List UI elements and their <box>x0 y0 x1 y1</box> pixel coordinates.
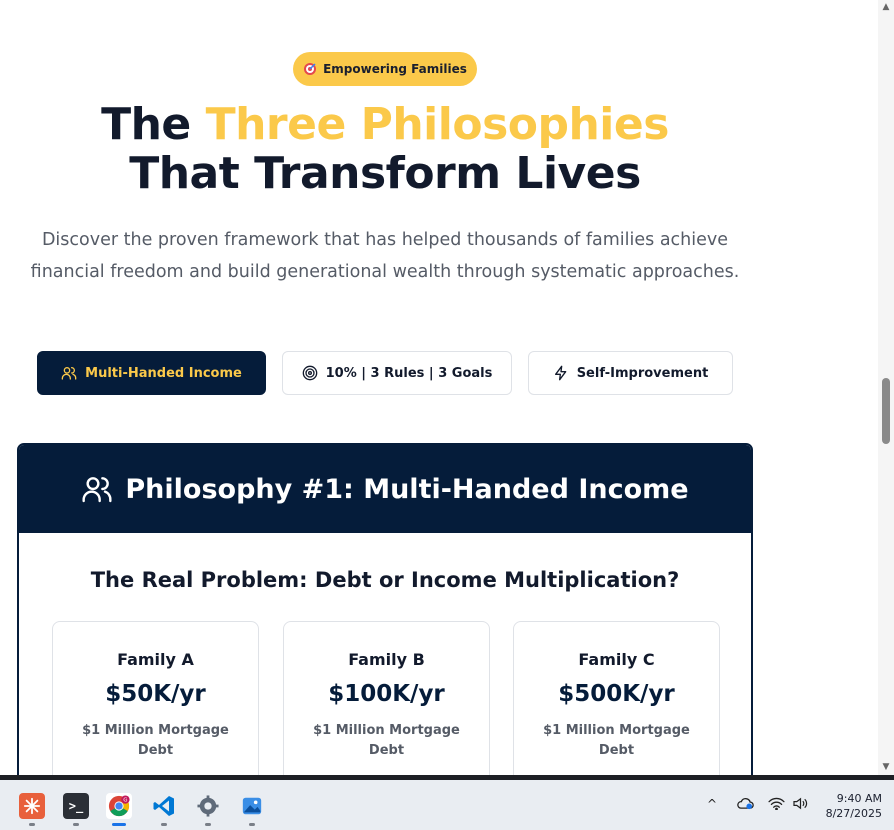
card-header: Philosophy #1: Multi-Handed Income <box>19 445 751 533</box>
page-title: The Three Philosophies That Transform Li… <box>0 100 770 198</box>
title-accent: Three Philosophies <box>205 99 670 150</box>
tab-label: 10% | 3 Rules | 3 Goals <box>325 365 493 381</box>
family-name: Family C <box>578 650 655 669</box>
family-name: Family A <box>117 650 194 669</box>
card-subtitle: The Real Problem: Debt or Income Multipl… <box>90 568 680 592</box>
settings-icon[interactable] <box>195 793 221 826</box>
target-icon <box>302 365 317 381</box>
users-icon <box>82 477 112 503</box>
family-card-c: Family C $500K/yr $1 Million Mortgage De… <box>513 621 720 775</box>
target-dart-icon <box>303 62 317 76</box>
chrome-icon[interactable]: G <box>106 793 132 826</box>
svg-text:G: G <box>123 797 127 803</box>
clock-date: 8/27/2025 <box>825 807 882 820</box>
badge-label: Empowering Families <box>323 62 467 76</box>
family-debt: $1 Million Mortgage Debt <box>543 723 690 758</box>
lightning-icon <box>554 365 567 381</box>
claude-icon[interactable] <box>19 793 45 826</box>
tab-label: Self-Improvement <box>576 365 709 381</box>
page-subtitle: Discover the proven framework that has h… <box>30 230 740 282</box>
empowering-families-badge: Empowering Families <box>293 52 477 86</box>
wifi-icon[interactable] <box>768 797 785 813</box>
scroll-down-icon[interactable]: ▼ <box>881 762 891 772</box>
system-clock[interactable]: 9:40 AM 8/27/2025 <box>812 791 882 821</box>
family-income: $500K/yr <box>558 681 675 707</box>
photos-icon[interactable] <box>239 793 265 826</box>
philosophy-card: Philosophy #1: Multi-Handed Income The R… <box>17 443 753 775</box>
vscode-icon[interactable] <box>151 793 177 826</box>
family-debt: $1 Million Mortgage Debt <box>82 723 229 758</box>
scroll-up-icon[interactable]: ▲ <box>881 2 891 12</box>
tab-self-improvement[interactable]: Self-Improvement <box>528 351 733 395</box>
tab-label: Multi-Handed Income <box>85 365 242 381</box>
clock-time: 9:40 AM <box>836 792 882 805</box>
family-name: Family B <box>348 650 425 669</box>
chevron-up-icon[interactable]: ^ <box>707 797 717 811</box>
title-part1: The <box>101 99 206 150</box>
tab-multi-handed-income[interactable]: Multi-Handed Income <box>37 351 266 395</box>
scrollbar-thumb[interactable] <box>882 378 890 444</box>
card-title: Philosophy #1: Multi-Handed Income <box>125 473 689 505</box>
family-debt: $1 Million Mortgage Debt <box>313 723 460 758</box>
family-income: $50K/yr <box>105 681 206 707</box>
tab-10-percent-rules-goals[interactable]: 10% | 3 Rules | 3 Goals <box>282 351 512 395</box>
users-icon <box>61 367 77 380</box>
terminal-icon[interactable]: >_ <box>63 793 89 826</box>
family-card-b: Family B $100K/yr $1 Million Mortgage De… <box>283 621 490 775</box>
vertical-scrollbar[interactable]: ▲ ▼ <box>878 0 894 775</box>
cloud-sync-icon[interactable] <box>737 797 754 813</box>
title-line2: That Transform Lives <box>129 148 641 199</box>
family-income: $100K/yr <box>328 681 445 707</box>
family-card-a: Family A $50K/yr $1 Million Mortgage Deb… <box>52 621 259 775</box>
taskbar: >_ G ^ 9:40 AM 8/27/2025 <box>0 775 894 830</box>
page-viewport: Empowering Families The Three Philosophi… <box>0 0 878 775</box>
volume-icon[interactable] <box>792 797 809 813</box>
